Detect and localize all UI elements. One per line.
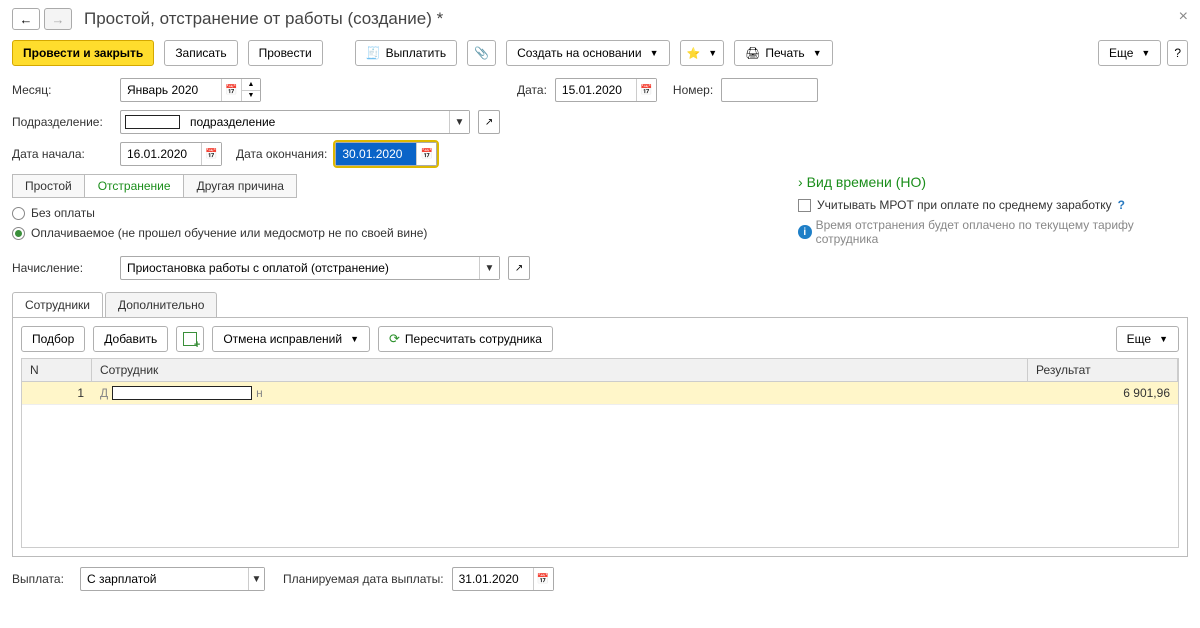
division-input[interactable]: ▼: [120, 110, 470, 134]
open-division-button[interactable]: ↗: [478, 110, 500, 134]
employee-tabs: Сотрудники Дополнительно: [12, 292, 1188, 318]
dropdown-icon[interactable]: ▼: [449, 111, 469, 133]
col-employee[interactable]: Сотрудник: [92, 359, 1028, 381]
star-icon: [687, 46, 701, 60]
add-button[interactable]: Добавить: [93, 326, 168, 352]
tab-employees[interactable]: Сотрудники: [12, 292, 103, 317]
redacted-box: [112, 386, 252, 400]
chevron-right-icon: ›: [798, 174, 803, 190]
cell-employee: Д н: [92, 382, 1028, 404]
table-add-icon-button[interactable]: [176, 326, 204, 352]
chevron-down-icon: ▼: [1159, 334, 1168, 344]
calendar-icon[interactable]: 📅: [533, 568, 553, 590]
radio-no-pay-label: Без оплаты: [31, 206, 95, 220]
mrot-help-icon[interactable]: ?: [1118, 198, 1125, 212]
chevron-down-icon: ▼: [813, 48, 822, 58]
col-n[interactable]: N: [22, 359, 92, 381]
calendar-icon[interactable]: 📅: [636, 79, 656, 101]
mrot-label: Учитывать МРОТ при оплате по среднему за…: [817, 198, 1112, 212]
end-date-label: Дата окончания:: [236, 147, 327, 161]
end-date-input[interactable]: 📅: [335, 142, 437, 166]
month-input[interactable]: 📅 ▲▼: [120, 78, 261, 102]
month-label: Месяц:: [12, 83, 112, 97]
submit-close-button[interactable]: Провести и закрыть: [12, 40, 154, 66]
number-input[interactable]: [721, 78, 818, 102]
cell-result: 6 901,96: [1028, 382, 1178, 404]
clip-icon: [474, 46, 489, 60]
dropdown-icon[interactable]: ▼: [479, 257, 499, 279]
accrual-input[interactable]: ▼: [120, 256, 500, 280]
radio-no-pay[interactable]: [12, 207, 25, 220]
favorite-button[interactable]: ▼: [680, 40, 725, 66]
close-icon[interactable]: ×: [1179, 8, 1188, 26]
tab-suspension[interactable]: Отстранение: [85, 175, 184, 197]
attach-button[interactable]: [467, 40, 496, 66]
pick-button[interactable]: Подбор: [21, 326, 85, 352]
page-title: Простой, отстранение от работы (создание…: [84, 9, 443, 29]
print-button[interactable]: Печать▼: [734, 40, 832, 66]
tab-additional[interactable]: Дополнительно: [105, 292, 217, 317]
date-input[interactable]: 📅: [555, 78, 657, 102]
radio-paid-label: Оплачиваемое (не прошел обучение или мед…: [31, 226, 427, 240]
open-accrual-button[interactable]: ↗: [508, 256, 530, 280]
pay-icon: [366, 46, 381, 60]
cancel-fix-button[interactable]: Отмена исправлений▼: [212, 326, 370, 352]
nav-forward-button: →: [44, 8, 72, 30]
dropdown-icon[interactable]: ▼: [248, 568, 264, 590]
more-button[interactable]: Еще▼: [1098, 40, 1161, 66]
radio-paid[interactable]: [12, 227, 25, 240]
info-icon: i: [798, 225, 812, 239]
grid-plus-icon: [183, 332, 197, 346]
spin-up[interactable]: ▲: [242, 79, 260, 90]
date-label: Дата:: [517, 83, 547, 97]
planned-date-label: Планируемая дата выплаты:: [283, 572, 444, 586]
mrot-checkbox[interactable]: [798, 199, 811, 212]
panel-more-button[interactable]: Еще▼: [1116, 326, 1179, 352]
spin-down[interactable]: ▼: [242, 90, 260, 101]
cell-n: 1: [22, 382, 92, 404]
tab-other[interactable]: Другая причина: [184, 175, 297, 197]
save-button[interactable]: Записать: [164, 40, 237, 66]
recalc-button[interactable]: ⟳Пересчитать сотрудника: [378, 326, 553, 352]
calendar-icon[interactable]: 📅: [221, 79, 241, 101]
start-date-input[interactable]: 📅: [120, 142, 222, 166]
col-result[interactable]: Результат: [1028, 359, 1178, 381]
chevron-down-icon: ▼: [650, 48, 659, 58]
accrual-label: Начисление:: [12, 261, 112, 275]
pay-button[interactable]: Выплатить: [355, 40, 457, 66]
employees-table: N Сотрудник Результат 1 Д н 6 901,96: [21, 358, 1179, 548]
chevron-down-icon: ▼: [350, 334, 359, 344]
number-label: Номер:: [673, 83, 713, 97]
print-icon: [745, 46, 760, 60]
reason-tabs: Простой Отстранение Другая причина: [12, 174, 297, 198]
table-row[interactable]: 1 Д н 6 901,96: [22, 382, 1178, 405]
create-based-button[interactable]: Создать на основании▼: [506, 40, 669, 66]
calendar-icon[interactable]: 📅: [201, 143, 221, 165]
planned-date-input[interactable]: 📅: [452, 567, 554, 591]
payout-input[interactable]: ▼: [80, 567, 265, 591]
chevron-down-icon: ▼: [708, 48, 717, 58]
nav-back-button[interactable]: ←: [12, 8, 40, 30]
chevron-down-icon: ▼: [1141, 48, 1150, 58]
submit-button[interactable]: Провести: [248, 40, 323, 66]
division-label: Подразделение:: [12, 115, 112, 129]
help-button[interactable]: ?: [1167, 40, 1188, 66]
payout-label: Выплата:: [12, 572, 72, 586]
start-date-label: Дата начала:: [12, 147, 112, 161]
refresh-icon: ⟳: [389, 331, 400, 347]
tab-simple[interactable]: Простой: [12, 175, 85, 197]
info-text: Время отстранения будет оплачено по теку…: [816, 218, 1188, 246]
calendar-icon[interactable]: 📅: [416, 143, 436, 165]
redacted-box: [125, 115, 180, 129]
time-type-expand[interactable]: › Вид времени (НО): [798, 174, 1188, 190]
